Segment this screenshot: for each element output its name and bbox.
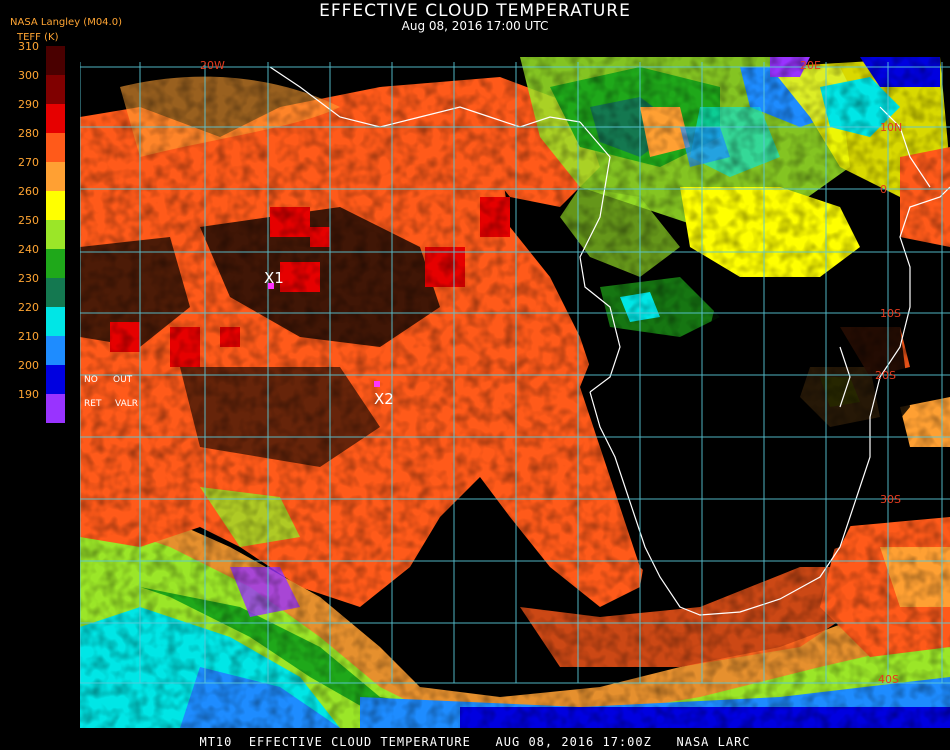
colorbar-swatch	[46, 249, 65, 278]
marker-x1-label: X1	[264, 269, 284, 287]
colorbar-swatch	[46, 365, 65, 394]
colorbar-tick-label: 290	[18, 98, 39, 111]
colorbar-swatch	[46, 133, 65, 162]
colorbar-swatch	[46, 394, 65, 423]
marker-x1[interactable]: X1	[264, 269, 284, 289]
satellite-map: 20W 20E 10N 0 10S 20S 30S 40S NO OUT RET…	[80, 47, 950, 728]
marker-x2-label: X2	[374, 390, 394, 408]
colorbar-tick-label: 210	[18, 330, 39, 343]
legend-note-out: OUT	[113, 375, 133, 385]
colorbar-swatch	[46, 220, 65, 249]
colorbar-swatch	[46, 278, 65, 307]
map-subtitle: Aug 08, 2016 17:00 UTC	[401, 19, 549, 33]
grid-label-20s: 20S	[875, 369, 896, 382]
grid-label-10s: 10S	[880, 307, 901, 320]
colorbar-tick-label: 230	[18, 272, 39, 285]
colorbar-swatch	[46, 162, 65, 191]
footer-caption: MT10 EFFECTIVE CLOUD TEMPERATURE AUG 08,…	[199, 735, 751, 749]
colorbar-tick-label: 260	[18, 185, 39, 198]
colorbar-tick-label: 240	[18, 243, 39, 256]
colorbar-swatch	[46, 104, 65, 133]
colorbar-tick-label: 220	[18, 301, 39, 314]
colorbar-tick-label: 190	[18, 388, 39, 401]
grid-label-20e: 20E	[800, 59, 821, 72]
colorbar-tick-label: 280	[18, 127, 39, 140]
colorbar-swatch	[46, 75, 65, 104]
grid-label-20w: 20W	[200, 59, 225, 72]
grid-label-10n: 10N	[880, 121, 902, 134]
legend-note-valr: VALR	[115, 399, 138, 409]
legend-note-no: NO	[84, 375, 98, 385]
grid-label-0: 0	[880, 183, 887, 196]
colorbar-tick-label: 270	[18, 156, 39, 169]
agency-label: NASA Langley (M04.0)	[10, 17, 122, 28]
grid-label-30s: 30S	[880, 493, 901, 506]
colorbar-tick-label: 300	[18, 69, 39, 82]
colorbar-tick-label: 310	[18, 40, 39, 53]
colorbar-swatch	[46, 46, 65, 75]
map-title: EFFECTIVE CLOUD TEMPERATURE	[319, 1, 631, 21]
grid-label-40s: 40S	[878, 673, 899, 686]
colorbar-swatch	[46, 307, 65, 336]
legend-note-ret: RET	[84, 399, 102, 409]
color-scale-legend: 310 300 290 280 270 260 250 240 230 220 210 200 190	[0, 40, 80, 423]
colorbar-swatch	[46, 191, 65, 220]
colorbar-swatch	[46, 336, 65, 365]
texture-overlay	[80, 47, 950, 728]
colorbar-tick-label: 200	[18, 359, 39, 372]
marker-x2-dot	[374, 381, 380, 387]
colorbar-tick-label: 250	[18, 214, 39, 227]
